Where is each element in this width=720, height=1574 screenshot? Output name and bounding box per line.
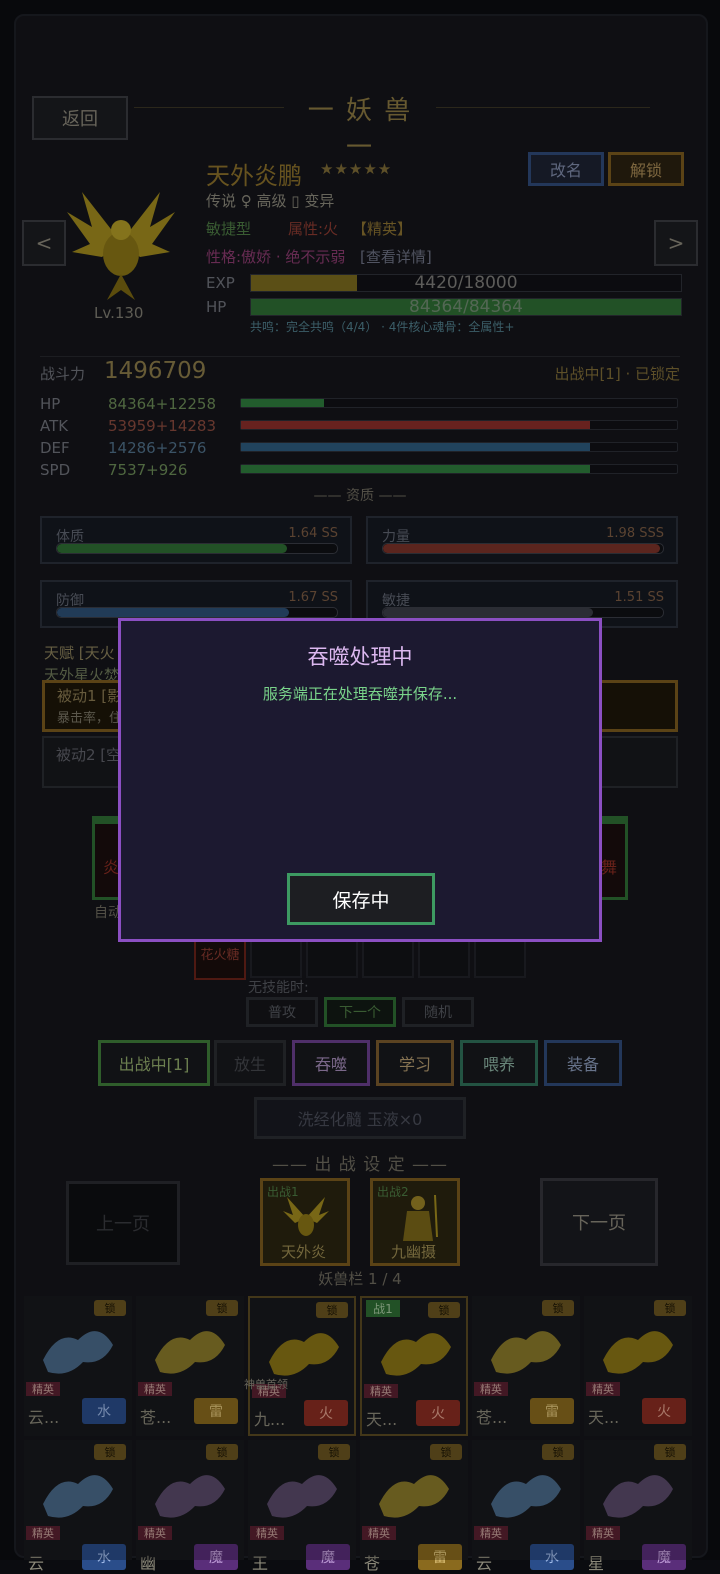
- modal-message: 服务端正在处理吞噬并保存...: [262, 685, 458, 703]
- modal-title: 吞噬处理中: [307, 645, 413, 669]
- devour-modal: 吞噬处理中 服务端正在处理吞噬并保存... 保存中: [118, 618, 602, 942]
- saving-button[interactable]: 保存中: [287, 873, 435, 925]
